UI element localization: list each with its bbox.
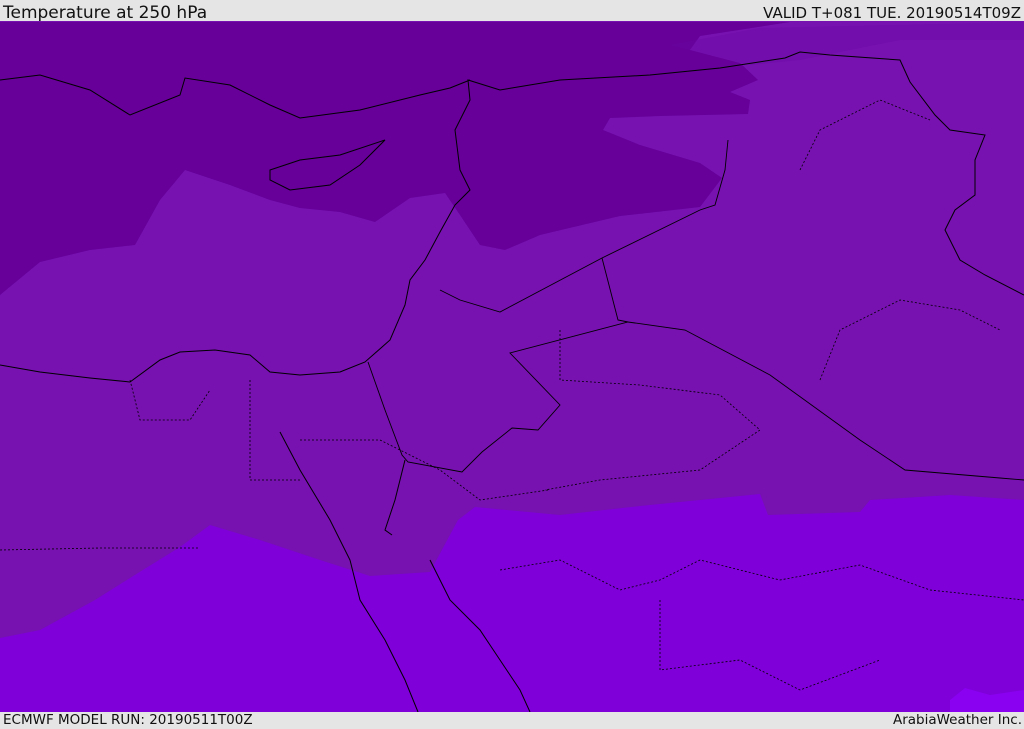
model-run: ECMWF MODEL RUN: 20190511T00Z [3,712,253,728]
valid-time: VALID T+081 TUE. 20190514T09Z [763,4,1021,22]
map-title: Temperature at 250 hPa [3,3,208,23]
header-bar: Temperature at 250 hPa VALID T+081 TUE. … [0,0,1024,23]
credit: ArabiaWeather Inc. [892,712,1022,728]
footer-bar: ECMWF MODEL RUN: 20190511T00Z ArabiaWeat… [0,712,1024,729]
temperature-map [0,21,1024,712]
